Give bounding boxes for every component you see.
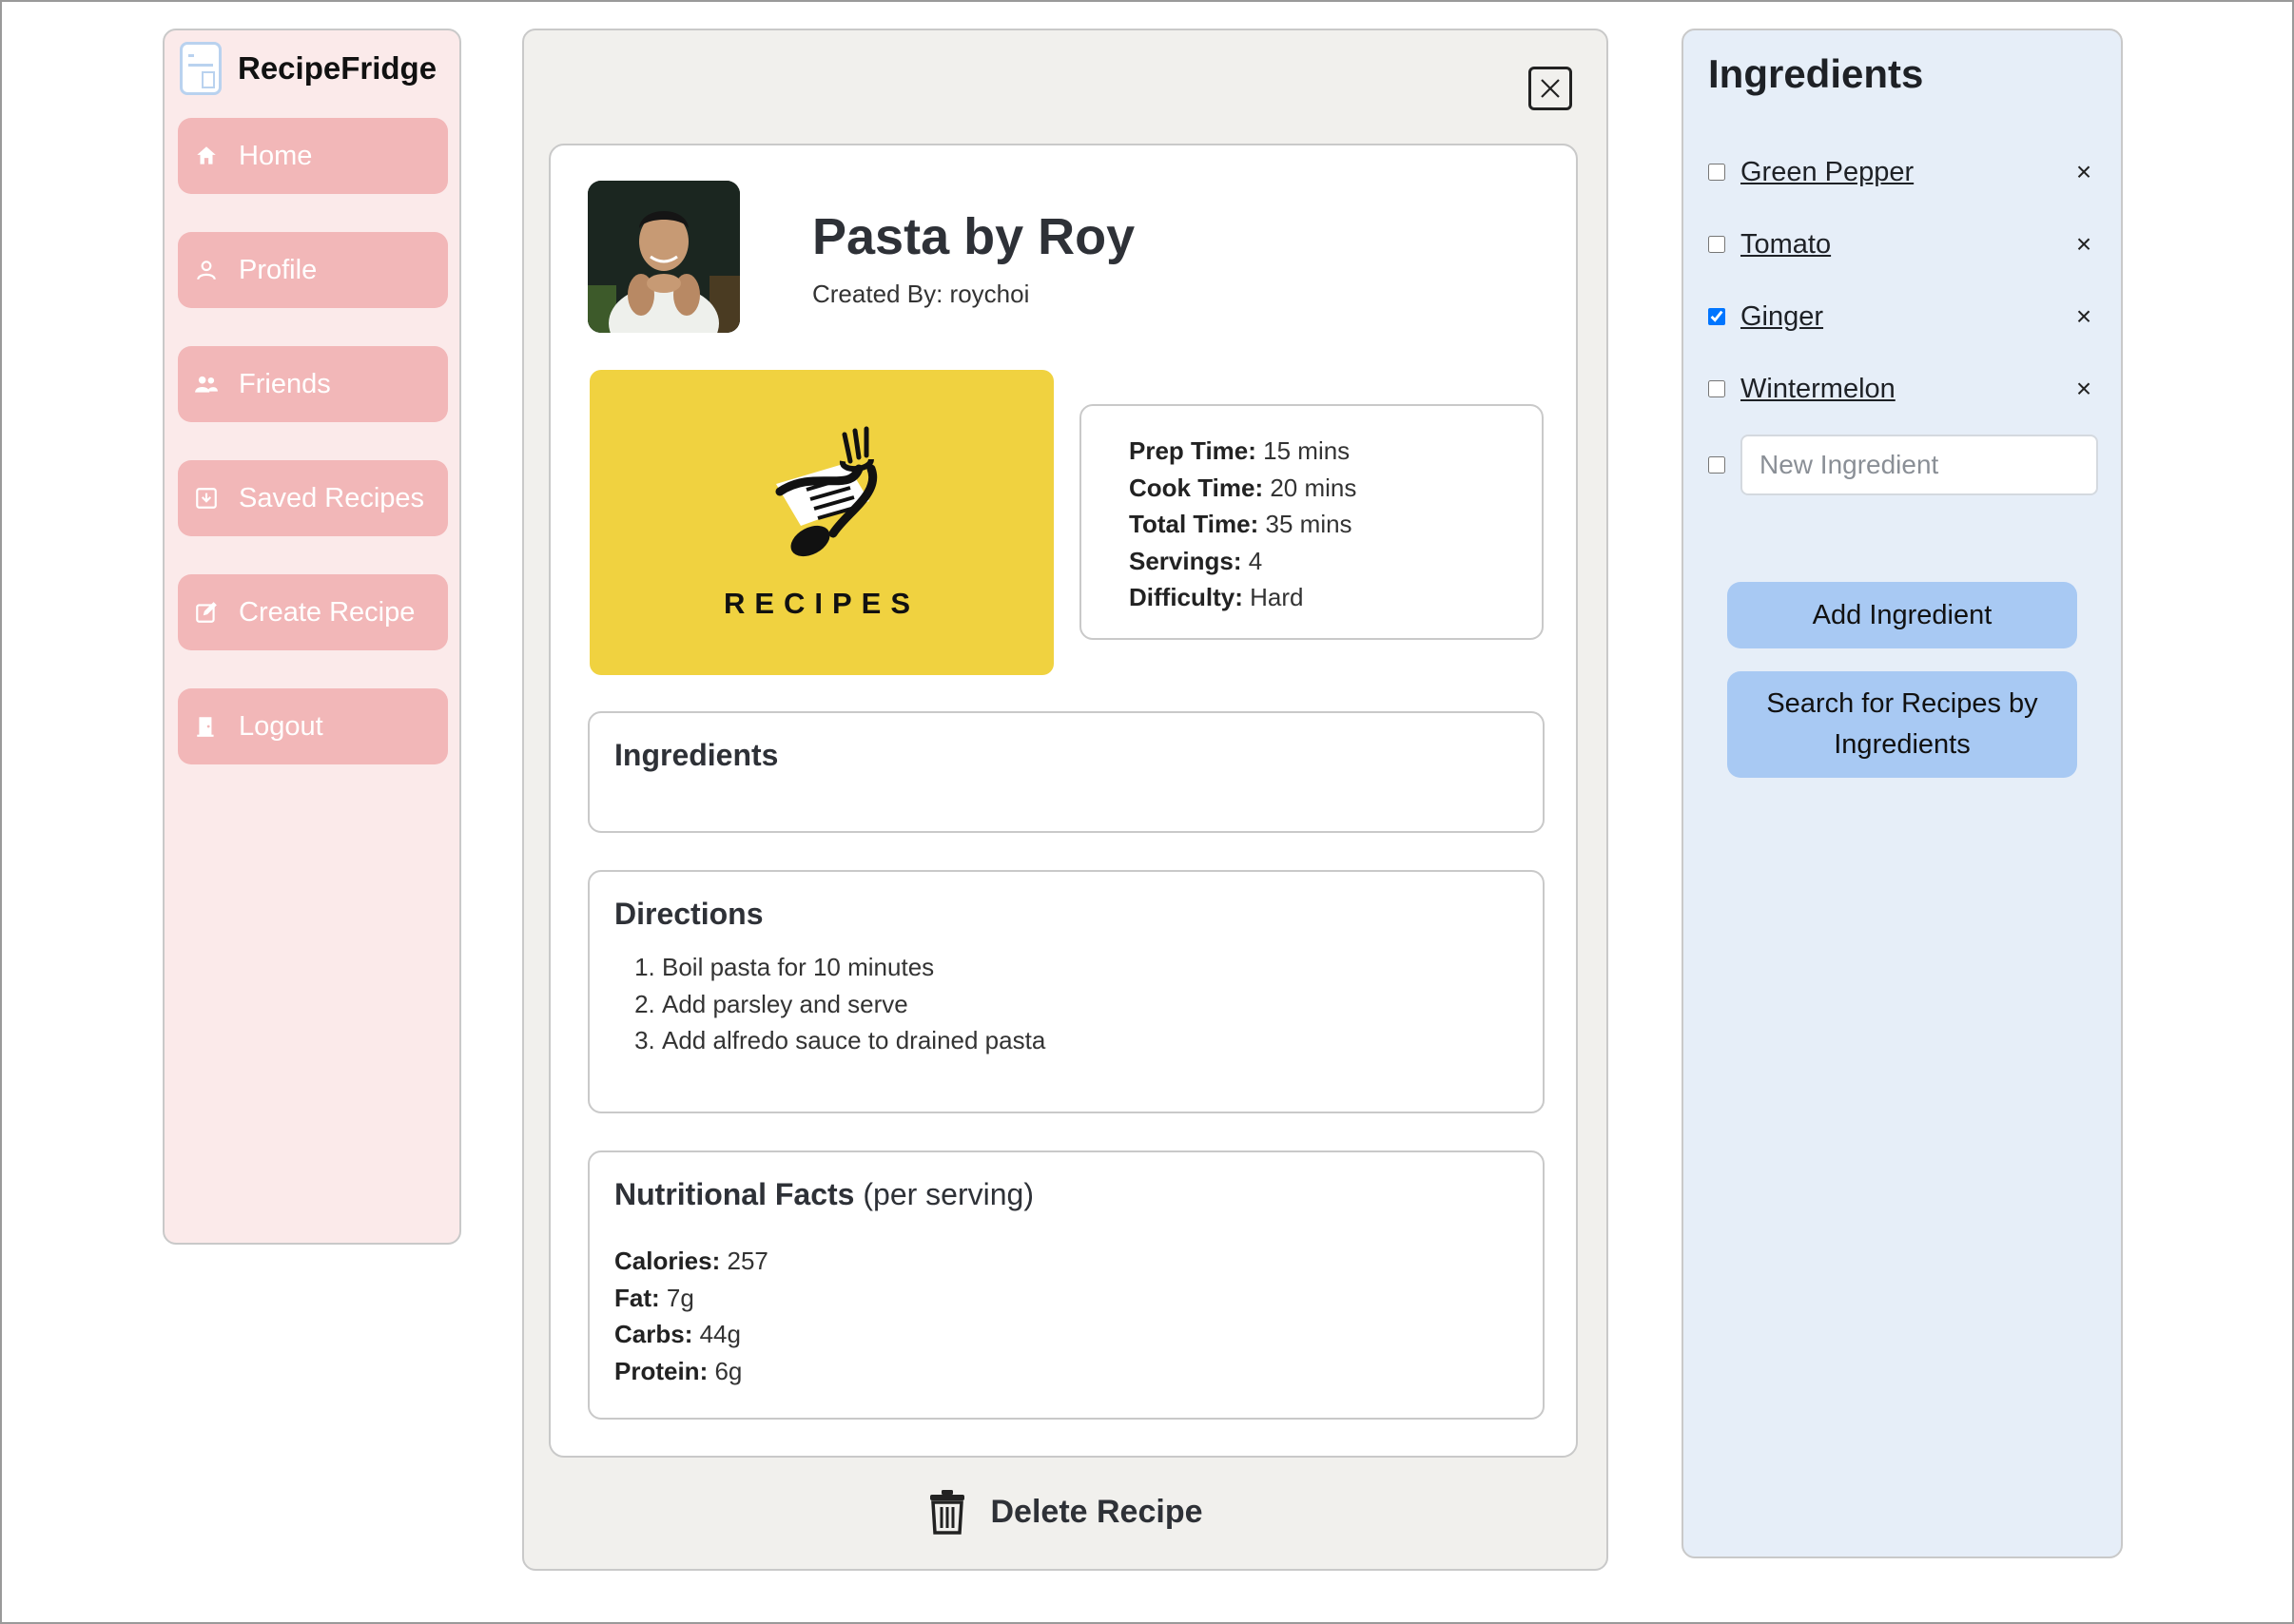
fridge-ingredients-panel: Ingredients Green Pepper × Tomato × Ging… [1682, 29, 2123, 1558]
sidebar-item-create-recipe[interactable]: Create Recipe [178, 574, 448, 650]
sidebar-item-logout[interactable]: Logout [178, 688, 448, 764]
ingredient-checkbox[interactable] [1708, 164, 1725, 181]
users-icon [191, 369, 222, 399]
recipe-times: Prep Time: 15 mins Cook Time: 20 mins To… [1079, 404, 1544, 640]
sidebar-item-label: Create Recipe [239, 596, 416, 628]
direction-step: Add parsley and serve [662, 986, 1543, 1023]
carbs: Carbs: 44g [614, 1320, 741, 1348]
calories: Calories: 257 [614, 1247, 768, 1275]
sidebar-item-label: Home [239, 140, 313, 171]
search-recipes-button[interactable]: Search for Recipes by Ingredients [1727, 671, 2077, 778]
download-icon [191, 483, 222, 513]
remove-ingredient-icon[interactable]: × [2070, 229, 2098, 260]
ingredient-row: Ginger × [1708, 293, 2098, 340]
fat: Fat: 7g [614, 1283, 694, 1312]
sidebar-item-label: Saved Recipes [239, 482, 425, 513]
author-avatar[interactable] [588, 181, 740, 333]
recipe-image: RECIPES [590, 370, 1054, 675]
cook-time: Cook Time: 20 mins [1129, 473, 1357, 502]
author-username: roychoi [949, 280, 1030, 308]
sidebar-item-saved-recipes[interactable]: Saved Recipes [178, 460, 448, 536]
nutrition-facts: Calories: 257 Fat: 7g Carbs: 44g Protein… [614, 1243, 1543, 1389]
sidebar-item-label: Friends [239, 368, 331, 399]
ingredient-name[interactable]: Tomato [1740, 229, 2070, 261]
home-icon [191, 141, 222, 171]
ingredient-row: Tomato × [1708, 221, 2098, 268]
sidebar-item-label: Profile [239, 254, 318, 285]
directions-section: Directions Boil pasta for 10 minutes Add… [588, 870, 1545, 1113]
created-by-label: Created By: [812, 280, 943, 308]
edit-icon [191, 597, 222, 628]
ingredient-row: Green Pepper × [1708, 148, 2098, 196]
created-by: Created By: roychoi [812, 280, 1029, 309]
ingredient-name[interactable]: Ginger [1740, 301, 2070, 333]
nutrition-subheading: (per serving) [863, 1177, 1034, 1211]
ingredient-checkbox[interactable] [1708, 236, 1725, 253]
protein: Protein: 6g [614, 1356, 743, 1385]
nutrition-section: Nutritional Facts (per serving) Calories… [588, 1150, 1545, 1420]
delete-recipe-label: Delete Recipe [990, 1493, 1203, 1530]
ingredient-checkbox[interactable] [1708, 308, 1725, 325]
directions-list: Boil pasta for 10 minutes Add parsley an… [614, 949, 1543, 1059]
add-ingredient-button[interactable]: Add Ingredient [1727, 582, 2077, 648]
recipes-logo-icon [775, 426, 878, 557]
brand[interactable]: RecipeFridge [180, 42, 437, 95]
remove-ingredient-icon[interactable]: × [2070, 301, 2098, 332]
direction-step: Boil pasta for 10 minutes [662, 949, 1543, 986]
ingredients-heading: Ingredients [614, 738, 779, 772]
fridge-logo-icon [180, 42, 222, 95]
prep-time: Prep Time: 15 mins [1129, 436, 1351, 465]
servings: Servings: 4 [1129, 546, 1263, 575]
trash-icon [928, 1489, 966, 1535]
new-ingredient-input[interactable] [1740, 435, 2098, 495]
sidebar-nav: Home Profile Friends Saved Recipes Creat… [178, 118, 448, 802]
sidebar: RecipeFridge Home Profile Friends Saved … [163, 29, 461, 1245]
remove-ingredient-icon[interactable]: × [2070, 157, 2098, 187]
fridge-title: Ingredients [1708, 51, 1924, 96]
ingredients-section: Ingredients [588, 711, 1545, 833]
sidebar-item-friends[interactable]: Friends [178, 346, 448, 422]
difficulty: Difficulty: Hard [1129, 583, 1304, 611]
close-button[interactable] [1528, 67, 1572, 110]
app-name: RecipeFridge [238, 50, 437, 86]
ingredient-name[interactable]: Green Pepper [1740, 157, 2070, 188]
user-icon [191, 255, 222, 285]
close-icon [1541, 79, 1560, 98]
delete-recipe-button[interactable]: Delete Recipe [524, 1489, 1606, 1535]
ingredient-row: Wintermelon × [1708, 365, 2098, 413]
new-ingredient-checkbox[interactable] [1708, 456, 1725, 474]
sidebar-item-label: Logout [239, 710, 323, 742]
remove-ingredient-icon[interactable]: × [2070, 374, 2098, 404]
direction-step: Add alfredo sauce to drained pasta [662, 1022, 1543, 1059]
sidebar-item-profile[interactable]: Profile [178, 232, 448, 308]
recipe-card: Pasta by Roy Created By: roychoi RECIPES… [549, 144, 1578, 1458]
new-ingredient-row [1708, 432, 2098, 498]
total-time: Total Time: 35 mins [1129, 510, 1352, 538]
recipe-title: Pasta by Roy [812, 208, 1136, 265]
nutrition-heading: Nutritional Facts (per serving) [614, 1177, 1034, 1211]
ingredient-name[interactable]: Wintermelon [1740, 374, 2070, 405]
recipe-image-caption: RECIPES [723, 587, 921, 620]
directions-heading: Directions [614, 897, 764, 931]
recipe-modal: Pasta by Roy Created By: roychoi RECIPES… [522, 29, 1608, 1571]
ingredient-checkbox[interactable] [1708, 380, 1725, 397]
sidebar-item-home[interactable]: Home [178, 118, 448, 194]
door-icon [191, 711, 222, 742]
